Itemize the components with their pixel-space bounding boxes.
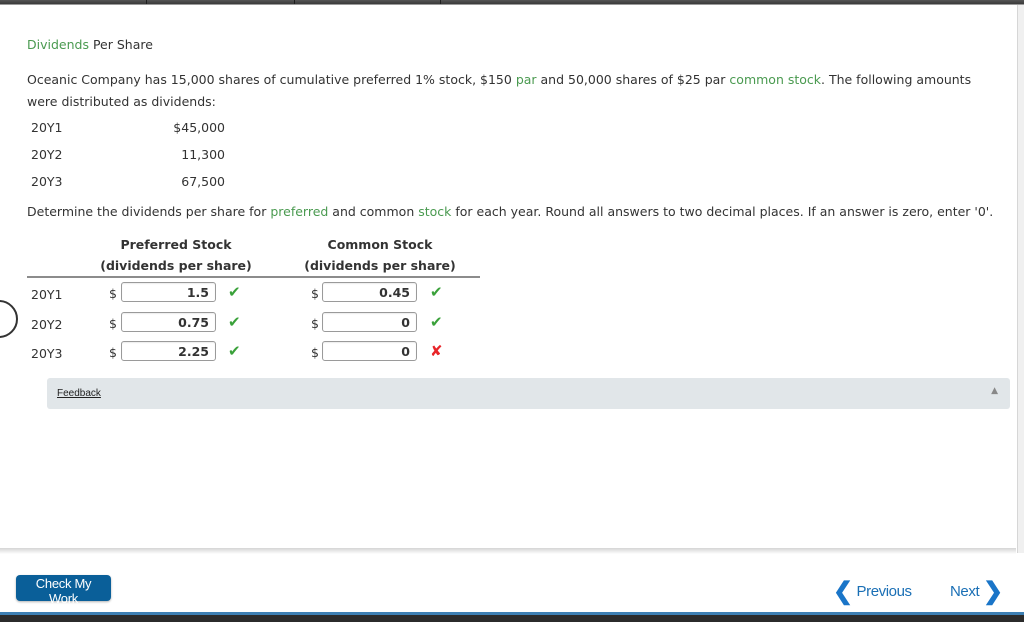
currency-symbol: $ [109,286,117,301]
distribution-year: 20Y3 [31,174,63,189]
currency-symbol: $ [109,345,117,360]
dividends-glossary-link[interactable]: Dividends [27,37,89,52]
currency-symbol: $ [311,316,319,331]
row-year: 20Y3 [31,346,63,361]
distribution-amount: 67,500 [181,174,225,189]
instructions: Determine the dividends per share for pr… [27,204,993,219]
header-line: (dividends per share) [304,258,456,273]
x-mark-icon: ✘ [430,342,443,360]
header-line: (dividends per share) [100,258,252,273]
distribution-amount: $45,000 [173,120,225,135]
previous-button[interactable]: ❮ Previous [833,574,913,605]
currency-symbol: $ [311,345,319,360]
common-dividend-input[interactable] [322,282,417,302]
chevron-left-icon: ❮ [833,578,853,605]
feedback-panel[interactable]: Feedback ▲ [47,378,1010,409]
checkmark-icon: ✔ [228,283,241,301]
page-title: Dividends Per Share [27,37,153,52]
glossary-link[interactable]: common stock [729,72,821,87]
common-dividend-input[interactable] [322,341,417,361]
answer-row: 20Y1 $ ✔ $ ✔ [0,282,500,306]
footer-divider [0,548,1016,554]
distribution-year: 20Y2 [31,147,63,162]
common-dividend-input[interactable] [322,312,417,332]
header-divider [27,276,480,278]
distribution-amount: 11,300 [181,147,225,162]
preferred-dividend-input[interactable] [121,341,216,361]
problem-text: Oceanic Company has 15,000 shares of cum… [27,72,516,87]
preferred-glossary-link[interactable]: preferred [270,204,328,219]
problem-panel: Dividends Per Share Oceanic Company has … [0,0,1016,548]
previous-label: Previous [856,583,913,600]
preferred-dividend-input[interactable] [121,282,216,302]
currency-symbol: $ [109,316,117,331]
header-line: Preferred Stock [120,237,232,252]
title-text: Per Share [88,37,153,52]
instructions-text: and common [328,204,419,219]
instructions-text: for each year. Round all answers to two … [451,204,994,219]
row-year: 20Y1 [31,287,63,302]
vertical-scrollbar[interactable] [1017,5,1024,553]
next-label: Next [950,583,980,600]
answer-row: 20Y2 $ ✔ $ ✔ [0,312,500,336]
answer-row: 20Y3 $ ✔ $ ✘ [0,341,500,365]
check-my-work-button[interactable]: Check My Work [16,575,111,606]
feedback-link[interactable]: Feedback [57,388,101,399]
common-column-header: Common Stock (dividends per share) [300,234,460,276]
instructions-text: Determine the dividends per share for [27,204,271,219]
problem-text: and 50,000 shares of $25 par [536,72,730,87]
row-year: 20Y2 [31,317,63,332]
checkmark-icon: ✔ [228,313,241,331]
distribution-year: 20Y1 [31,120,63,135]
next-button[interactable]: Next ❯ [950,574,1003,605]
problem-statement: Oceanic Company has 15,000 shares of cum… [27,69,997,113]
collapse-triangle-icon[interactable]: ▲ [991,386,998,396]
checkmark-icon: ✔ [430,283,443,301]
preferred-dividend-input[interactable] [121,312,216,332]
bottom-taskbar [0,612,1024,622]
currency-symbol: $ [311,286,319,301]
stock-glossary-link[interactable]: stock [418,204,451,219]
checkmark-icon: ✔ [228,342,241,360]
chevron-right-icon: ❯ [983,578,1003,605]
header-line: Common Stock [327,237,433,252]
glossary-link[interactable]: par [516,72,537,87]
checkmark-icon: ✔ [430,313,443,331]
preferred-column-header: Preferred Stock (dividends per share) [96,234,256,276]
